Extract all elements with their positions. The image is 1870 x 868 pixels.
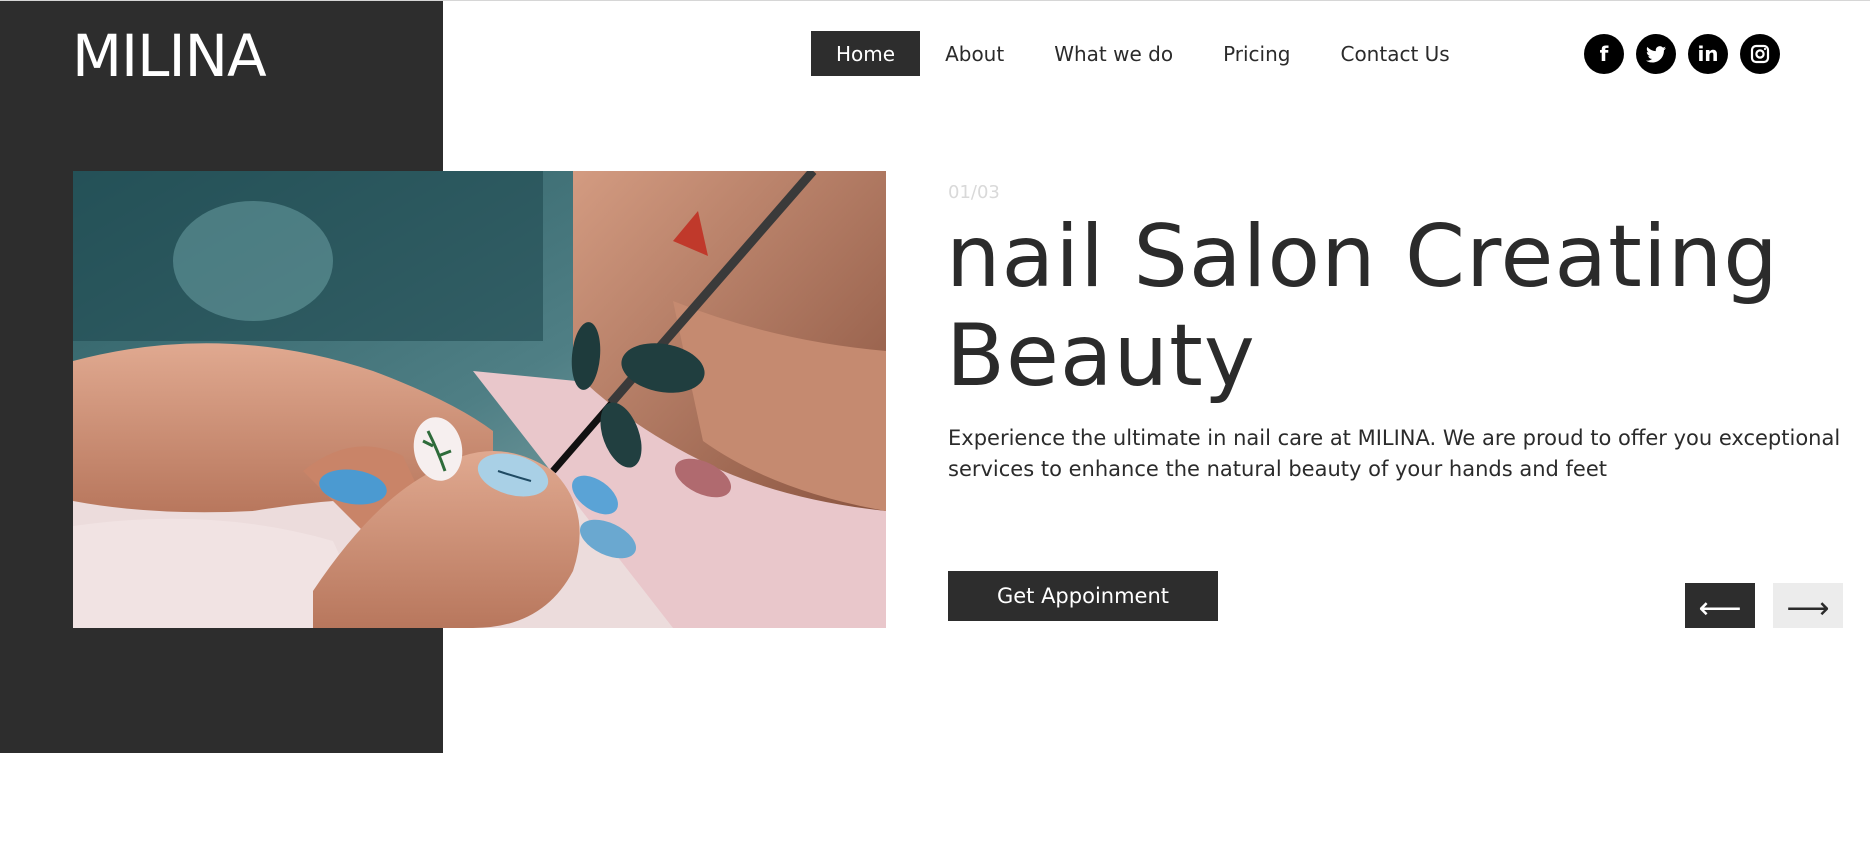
nav-pricing[interactable]: Pricing: [1198, 31, 1315, 76]
get-appointment-button[interactable]: Get Appoinment: [948, 571, 1218, 621]
twitter-icon[interactable]: [1636, 34, 1676, 74]
instagram-camera-glyph: [1750, 44, 1770, 64]
site-logo[interactable]: MILINA: [72, 22, 267, 90]
hero-description: Experience the ultimate in nail care at …: [948, 426, 1841, 481]
nav-contact-us[interactable]: Contact Us: [1315, 31, 1474, 76]
arrow-right-icon: ⟶: [1786, 591, 1830, 626]
hero-image-manicure: [73, 171, 886, 628]
previous-slide-button[interactable]: ⟵: [1685, 583, 1755, 628]
instagram-icon[interactable]: [1740, 34, 1780, 74]
main-nav: Home About What we do Pricing Contact Us: [811, 31, 1475, 76]
next-slide-button[interactable]: ⟶: [1773, 583, 1843, 628]
arrow-left-icon: ⟵: [1698, 591, 1742, 626]
twitter-bird-glyph: [1646, 45, 1666, 62]
social-links: f in: [1584, 34, 1780, 74]
facebook-icon[interactable]: f: [1584, 34, 1624, 74]
nav-what-we-do[interactable]: What we do: [1029, 31, 1198, 76]
slide-counter: 01/03: [948, 182, 1000, 203]
nav-home[interactable]: Home: [811, 31, 921, 76]
hero-title: nail Salon Creating Beauty: [946, 207, 1779, 406]
linkedin-icon[interactable]: in: [1688, 34, 1728, 74]
nav-about[interactable]: About: [920, 31, 1029, 76]
